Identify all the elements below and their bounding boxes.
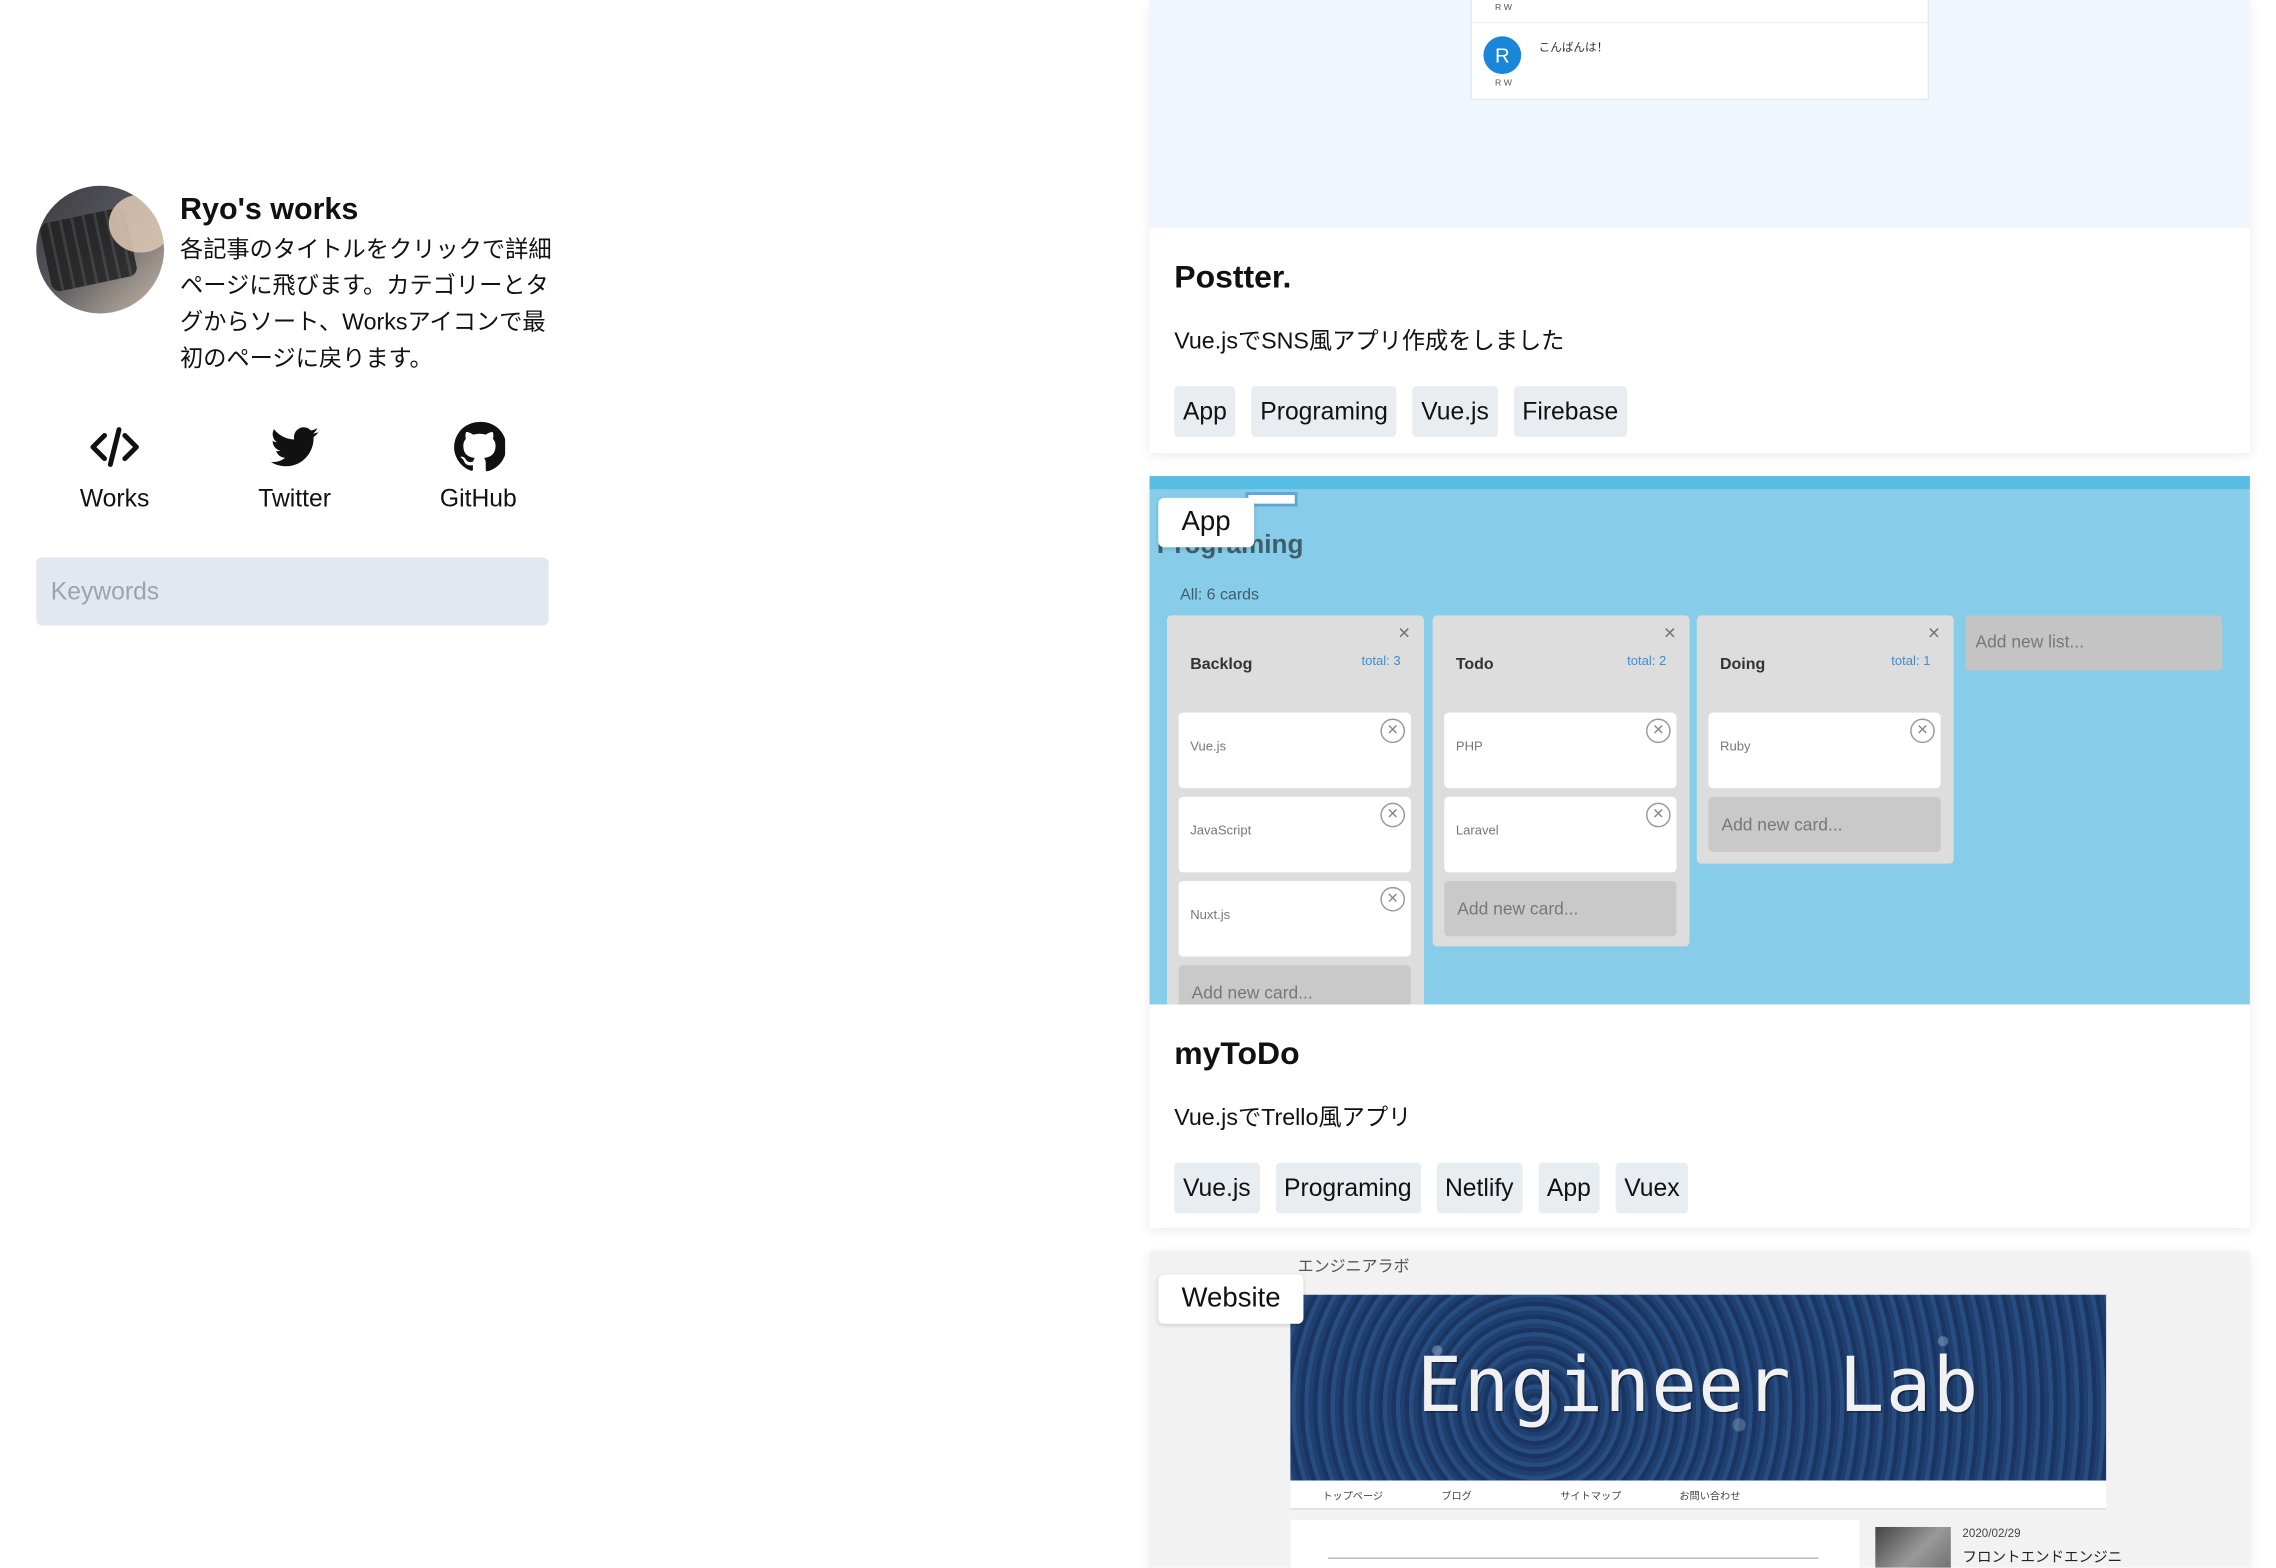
list-name: Todo [1455, 656, 1494, 674]
tag[interactable]: App [1174, 386, 1236, 437]
card-description: Vue.jsでTrello風アプリ [1174, 1106, 1412, 1131]
tag[interactable]: Firebase [1513, 386, 1627, 437]
profile-text: Ryo's works 各記事のタイトルをクリックで詳細ページに飛びます。カテゴ… [180, 186, 552, 378]
code-icon [90, 427, 139, 467]
close-circle-icon: ✕ [1380, 886, 1406, 912]
nav-item: お問い合わせ [1679, 1492, 1741, 1503]
card-thumbnail[interactable]: Programing All: 6 cards ✕ Backlog total:… [1149, 476, 2250, 1005]
close-circle-icon: ✕ [1380, 718, 1406, 744]
close-icon: ✕ [1927, 625, 1941, 644]
card-thumbnail[interactable]: エンジニアラボ Engineer Lab トップページ ブログ サイトマップ お… [1149, 1251, 2250, 1568]
github-link[interactable]: GitHub [440, 421, 517, 514]
work-card-engineer-lab: エンジニアラボ Engineer Lab トップページ ブログ サイトマップ お… [1149, 1251, 2250, 1568]
social-links: Works Twitter GitHub [36, 421, 548, 514]
tag[interactable]: Programing [1275, 1162, 1421, 1214]
task-card: JavaScript ✕ [1178, 796, 1411, 873]
banner-text: Engineer Lab [1416, 1342, 1980, 1430]
user-avatar: R [1483, 36, 1522, 75]
card-thumbnail[interactable]: R W R R W こんばんは！ [1149, 0, 2250, 228]
message-preview: R W R R W こんばんは！ [1470, 0, 1930, 101]
tag-list: App Programing Vue.js Firebase [1174, 386, 2225, 437]
tag[interactable]: Netlify [1436, 1162, 1523, 1214]
user-initials: R W [1495, 4, 1512, 14]
add-card-button: Add new card... [1178, 965, 1411, 1005]
profile: Ryo's works 各記事のタイトルをクリックで詳細ページに飛びます。カテゴ… [36, 185, 552, 378]
close-circle-icon: ✕ [1646, 802, 1671, 828]
site-main-area [1290, 1519, 1860, 1568]
site-description: 各記事のタイトルをクリックで詳細ページに飛びます。カテゴリーとタグからソート、W… [179, 238, 552, 372]
board-list: ✕ Backlog total: 3 Vue.js ✕ JavaScript ✕… [1167, 615, 1424, 1005]
tag[interactable]: Vue.js [1174, 1162, 1260, 1214]
board-count: All: 6 cards [1180, 586, 1260, 604]
divider [1471, 21, 1928, 24]
task-name: Ruby [1720, 738, 1751, 754]
work-card-mytodo: Programing All: 6 cards ✕ Backlog total:… [1149, 476, 2250, 1228]
add-card-button: Add new card... [1708, 796, 1941, 853]
tag[interactable]: App [1538, 1162, 1600, 1214]
sidebar: Ryo's works 各記事のタイトルをクリックで詳細ページに飛びます。カテゴ… [36, 185, 552, 626]
board-list: ✕ Todo total: 2 PHP ✕ Laravel ✕ Add new … [1432, 615, 1690, 947]
close-circle-icon: ✕ [1910, 718, 1935, 744]
work-card-postter: R W R R W こんばんは！ Postter. Vue.jsでSNS風アプリ… [1149, 0, 2250, 453]
card-description: Vue.jsでSNS風アプリ作成をしました [1174, 329, 1565, 355]
list-total: total: 2 [1627, 653, 1667, 668]
works-link[interactable]: Works [80, 421, 149, 514]
list-name: Doing [1720, 656, 1766, 674]
avatar [36, 185, 165, 314]
card-body: Postter. Vue.jsでSNS風アプリ作成をしました App Progr… [1150, 228, 2250, 437]
github-octocat-icon [453, 421, 505, 472]
card-body: myToDo Vue.jsでTrello風アプリ Vue.js Programi… [1150, 1004, 2250, 1214]
task-card: Ruby ✕ [1708, 712, 1941, 789]
task-name: JavaScript [1190, 823, 1252, 838]
board-list: ✕ Doing total: 1 Ruby ✕ Add new card... [1696, 615, 1954, 864]
close-circle-icon: ✕ [1646, 718, 1671, 744]
task-card: PHP ✕ [1444, 712, 1677, 789]
tag[interactable]: Programing [1251, 386, 1397, 437]
search-input[interactable] [36, 557, 549, 626]
add-card-button: Add new card... [1444, 881, 1677, 937]
close-icon: ✕ [1397, 625, 1411, 644]
site-banner: Engineer Lab [1290, 1294, 2107, 1481]
site-heading-text: エンジニアラボ [1297, 1258, 1410, 1276]
side-thumbnail [1875, 1526, 1951, 1568]
site-title: Ryo's works [179, 193, 359, 227]
post-date: 2020/02/29 [1962, 1526, 2021, 1541]
nav-item: トップページ [1322, 1492, 1384, 1503]
list-name: Backlog [1190, 656, 1253, 674]
task-name: PHP [1455, 738, 1483, 754]
nav-item: ブログ [1441, 1492, 1472, 1503]
task-card: Laravel ✕ [1444, 796, 1677, 873]
close-circle-icon: ✕ [1380, 802, 1406, 828]
github-label: GitHub [439, 484, 517, 513]
task-name: Laravel [1455, 823, 1499, 838]
task-name: Nuxt.js [1190, 907, 1231, 922]
card-title[interactable]: Postter. [1174, 257, 2225, 298]
site-nav: トップページ ブログ サイトマップ お問い合わせ [1290, 1480, 2107, 1510]
category-badge[interactable]: App [1158, 497, 1254, 548]
add-list-button: Add new list... [1965, 615, 2223, 671]
divider [1328, 1557, 1819, 1559]
post-title: フロントエンドエンジニ [1962, 1550, 2123, 1567]
tag-list: Vue.js Programing Netlify App Vuex [1174, 1162, 2225, 1214]
message-text: こんばんは！ [1538, 40, 1609, 54]
page-root: Ryo's works 各記事のタイトルをクリックで詳細ページに飛びます。カテゴ… [0, 0, 2276, 1568]
category-badge[interactable]: Website [1158, 1274, 1304, 1324]
close-icon: ✕ [1663, 625, 1677, 644]
twitter-label: Twitter [258, 484, 331, 513]
task-card: Nuxt.js ✕ [1178, 881, 1411, 957]
task-name: Vue.js [1190, 738, 1227, 754]
list-total: total: 3 [1361, 653, 1401, 668]
avatar-hand-graphic [108, 194, 165, 253]
task-card: Vue.js ✕ [1178, 712, 1411, 789]
works-label: Works [79, 484, 150, 513]
nav-item: サイトマップ [1560, 1492, 1622, 1503]
tag[interactable]: Vue.js [1412, 386, 1498, 437]
twitter-bird-icon [270, 427, 319, 467]
tag[interactable]: Vuex [1615, 1162, 1689, 1214]
twitter-link[interactable]: Twitter [258, 421, 331, 514]
list-total: total: 1 [1891, 653, 1931, 668]
user-initials: R W [1495, 79, 1512, 89]
card-title[interactable]: myToDo [1174, 1033, 2225, 1074]
